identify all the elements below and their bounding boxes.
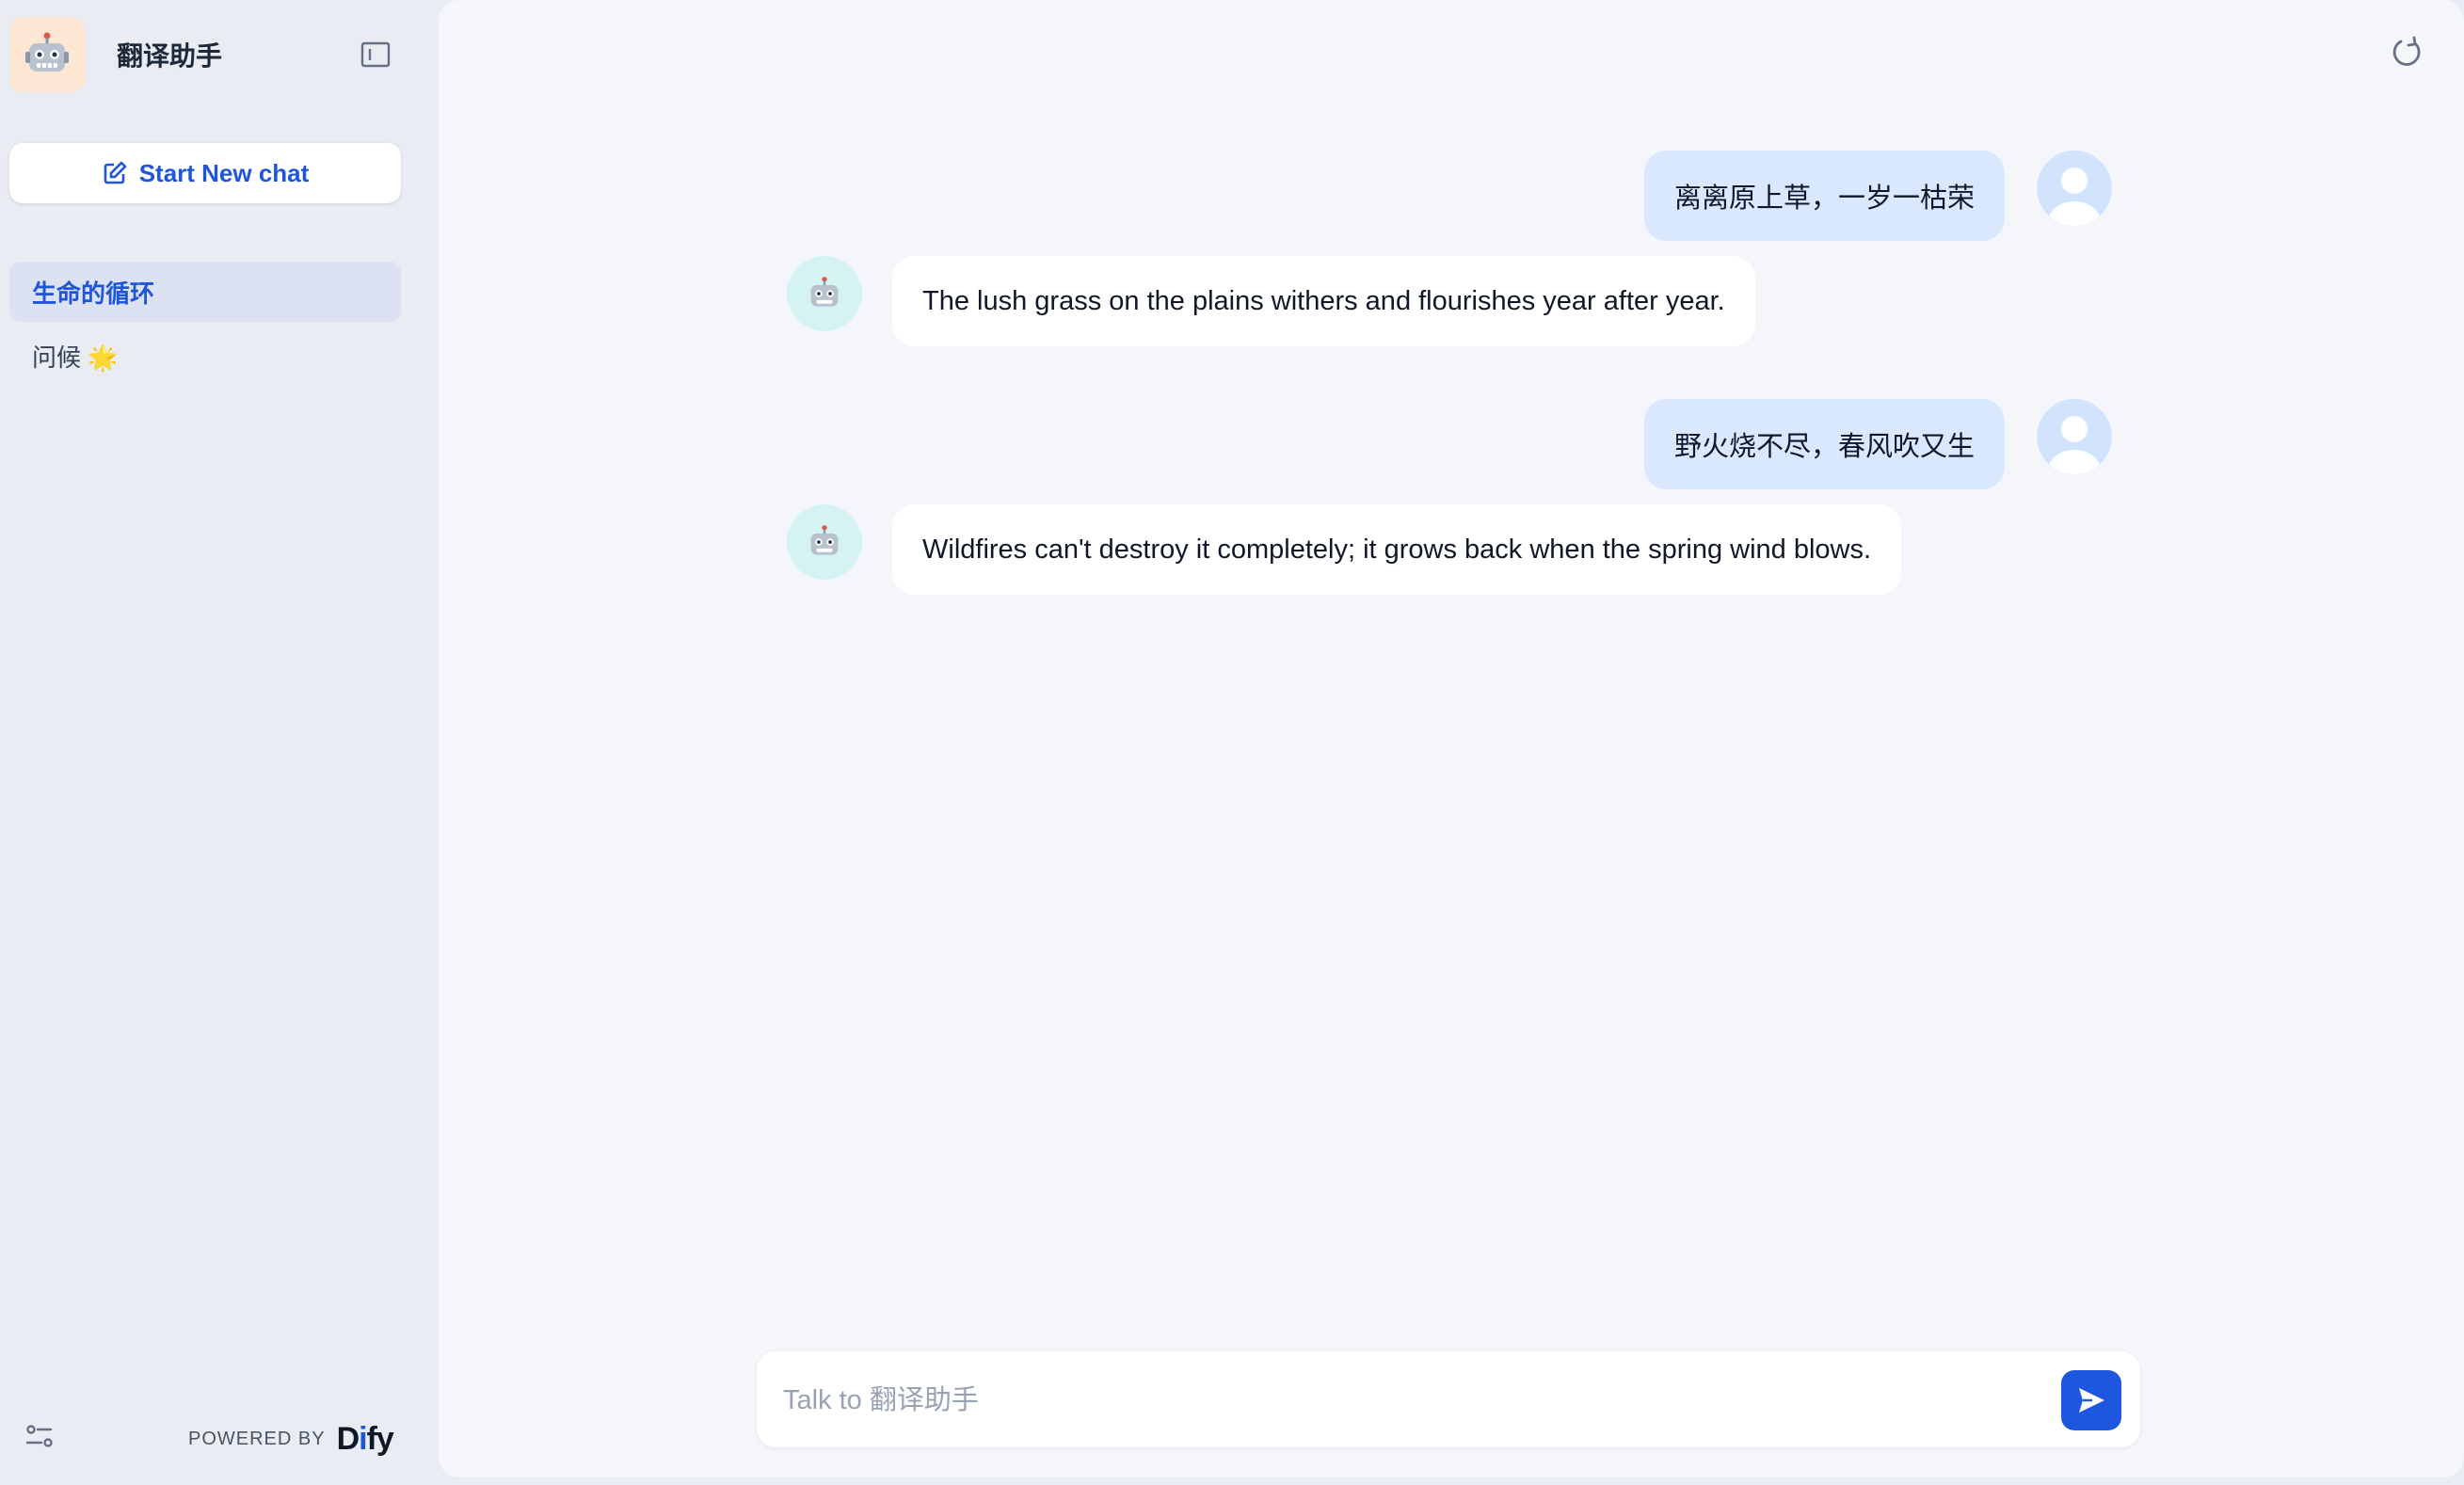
- app-logo: [9, 17, 85, 92]
- send-button[interactable]: [2061, 1370, 2121, 1430]
- dify-logo[interactable]: Dify: [337, 1421, 394, 1458]
- message-list: 离离原上草，一岁一枯荣 The lush grass on the plains…: [439, 0, 2464, 1477]
- settings-button[interactable]: [23, 1419, 56, 1453]
- app-header: 翻译助手: [9, 17, 424, 92]
- chat-input-box: [757, 1351, 2140, 1449]
- user-icon: [2048, 168, 2101, 226]
- chat-panel: 离离原上草，一岁一枯荣 The lush grass on the plains…: [439, 0, 2464, 1477]
- user-message-bubble: 离离原上草，一岁一枯荣: [1643, 151, 2005, 241]
- robot-icon: [25, 32, 69, 72]
- powered-by-label: POWERED BY: [188, 1429, 326, 1449]
- send-icon: [2079, 1388, 2104, 1413]
- assistant-message-bubble: The lush grass on the plains withers and…: [892, 256, 1755, 346]
- conversation-label: 问候 🌟: [32, 343, 119, 372]
- sidebar-toggle-icon: [360, 41, 391, 68]
- conversation-label: 生命的循环: [32, 279, 155, 308]
- assistant-message: The lush grass on the plains withers and…: [787, 256, 1755, 346]
- robot-icon: [810, 525, 839, 555]
- conversation-item[interactable]: 问候 🌟: [9, 326, 401, 386]
- app-title: 翻译助手: [117, 41, 223, 71]
- start-new-chat-button[interactable]: Start New chat: [9, 143, 401, 203]
- robot-icon: [810, 277, 839, 307]
- sidebar-footer: POWERED BY Dify: [0, 1408, 414, 1461]
- assistant-avatar: [787, 504, 862, 580]
- assistant-message: Wildfires can't destroy it completely; i…: [787, 504, 1902, 595]
- start-new-chat-label: Start New chat: [138, 158, 310, 187]
- user-message: 离离原上草，一岁一枯荣: [1643, 151, 2112, 241]
- sidebar: 翻译助手 Start New chat 生命的循环 问候 🌟 POWERED B…: [0, 0, 439, 1485]
- chat-input[interactable]: [781, 1351, 2046, 1449]
- assistant-message-bubble: Wildfires can't destroy it completely; i…: [892, 504, 1902, 595]
- user-icon: [2048, 416, 2101, 474]
- user-message: 野火烧不尽，春风吹又生: [1643, 399, 2112, 489]
- user-message-bubble: 野火烧不尽，春风吹又生: [1643, 399, 2005, 489]
- conversation-item[interactable]: 生命的循环: [9, 262, 401, 322]
- edit-icon: [104, 161, 126, 184]
- collapse-sidebar-button[interactable]: [358, 38, 393, 72]
- powered-by: POWERED BY Dify: [188, 1421, 394, 1458]
- assistant-avatar: [787, 256, 862, 331]
- user-avatar: [2037, 151, 2112, 226]
- user-avatar: [2037, 399, 2112, 474]
- sliders-icon: [25, 1425, 53, 1447]
- conversation-list: 生命的循环 问候 🌟: [9, 262, 401, 390]
